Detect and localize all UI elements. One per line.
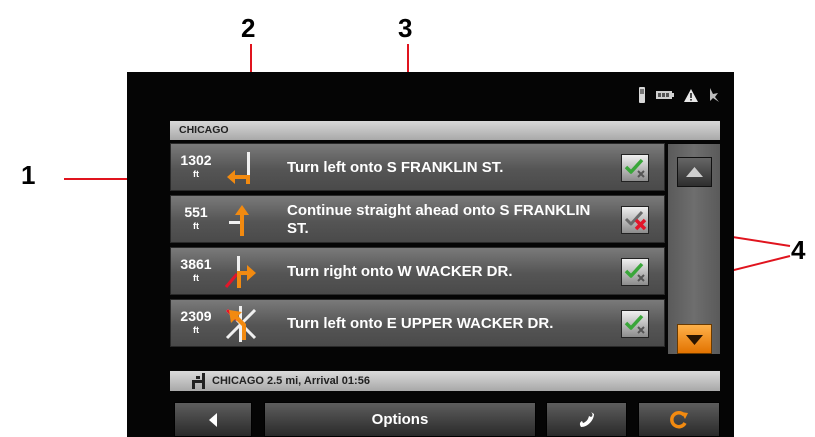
distance-1: 1302 ft [180,152,212,179]
phone-signal-icon [639,87,645,103]
turn-right-icon [224,256,256,288]
include-toggle-4[interactable] [621,310,649,338]
scroll-down-button[interactable] [677,324,712,354]
recalculate-icon [670,410,688,428]
distance-4: 2309 ft [180,308,212,335]
warning-icon [684,88,698,102]
instruction-2: Continue straight ahead onto S FRANKLIN … [287,202,591,237]
distance-2: 551 ft [184,204,208,231]
options-label: Options [371,411,429,428]
route-row-1[interactable]: 1302 ft Turn left onto S FRANKLIN ST. [170,143,665,191]
options-button[interactable]: Options [264,402,536,437]
callout-number-4: 4 [791,235,806,265]
arrow-down-icon [686,335,703,345]
scroll-column [668,144,720,354]
checkmark-icon [624,314,645,334]
status-bar [638,86,720,104]
route-summary-bar: CHICAGO 2.5 mi, Arrival 01:56 [170,371,720,391]
phone-icon [579,411,594,427]
include-toggle-3[interactable] [621,258,649,286]
excluded-cross-icon [624,210,647,231]
back-arrow-icon [209,412,217,427]
destination-flag-icon [192,373,205,389]
complex-turn-left-icon [225,306,257,342]
instruction-3: Turn right onto W WACKER DR. [287,263,513,280]
include-toggle-1[interactable] [621,154,649,182]
callout-number-1: 1 [21,160,36,190]
route-row-3[interactable]: 3861 ft Turn right onto W WACKER DR. [170,247,665,295]
include-toggle-2[interactable] [621,206,649,234]
route-row-2[interactable]: 551 ft Continue straight ahead onto S FRA… [170,195,665,243]
distance-3: 3861 ft [180,256,212,283]
arrow-up-icon [686,167,703,177]
back-button[interactable] [174,402,252,437]
callout-number-2: 2 [241,13,256,43]
instruction-1: Turn left onto S FRANKLIN ST. [287,159,504,176]
checkmark-icon [624,262,645,282]
callout-number-3: 3 [398,13,413,43]
battery-icon [656,91,674,99]
route-row-4[interactable]: 2309 ft Turn left onto E UPPER WACKER DR. [170,299,665,347]
phone-button[interactable] [546,402,627,437]
instruction-4: Turn left onto E UPPER WACKER DR. [287,315,554,332]
route-summary-text: CHICAGO 2.5 mi, Arrival 01:56 [212,375,370,387]
checkmark-icon [624,158,645,178]
navigation-screen: CHICAGO 1302 ft Turn left onto S FRANKLIN… [127,72,734,437]
recalculate-button[interactable] [638,402,720,437]
straight-ahead-icon [229,205,249,236]
city-header: CHICAGO [170,121,720,140]
scroll-up-button[interactable] [677,157,712,187]
turn-left-icon [227,152,250,184]
gps-icon [710,88,719,102]
